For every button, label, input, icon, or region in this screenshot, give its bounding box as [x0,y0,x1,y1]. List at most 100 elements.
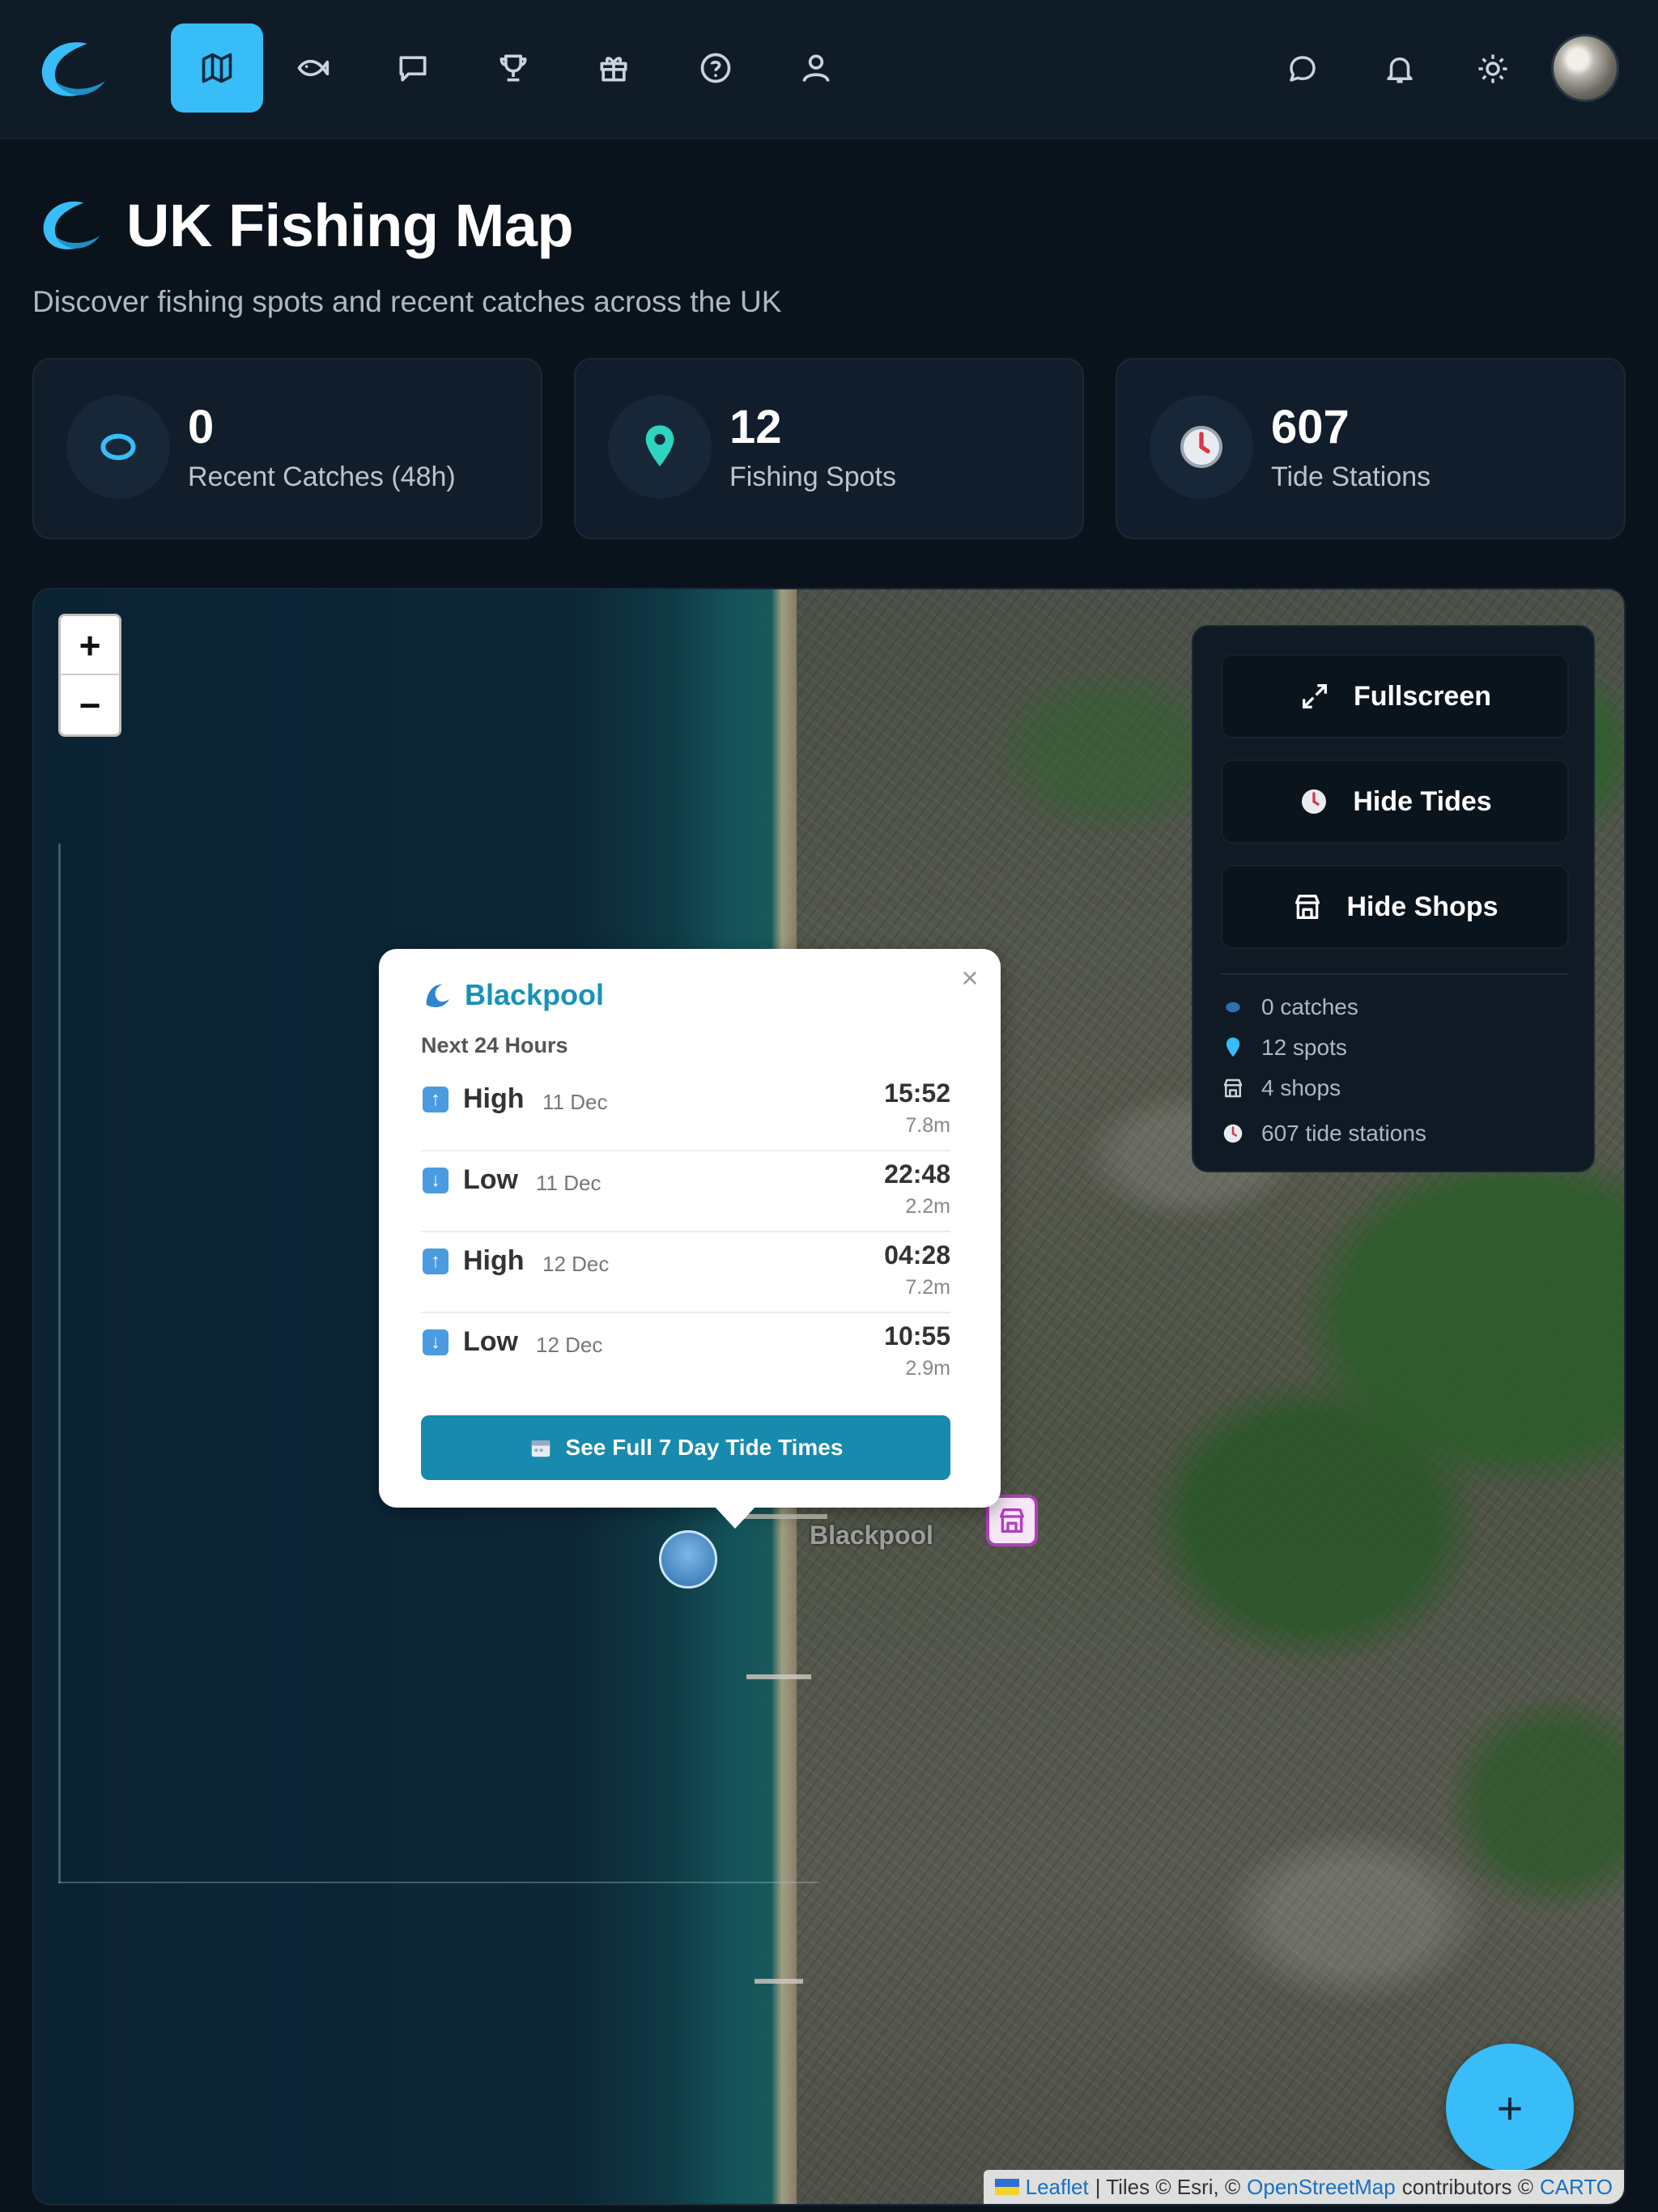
carto-link[interactable]: CARTO [1540,2175,1613,2200]
location-pin-icon [1226,1037,1240,1057]
nav-leaderboard-button[interactable] [467,23,559,113]
stat-value: 0 [188,401,215,453]
map-attribution: Leaflet | Tiles © Esri, © OpenStreetMap … [983,2170,1624,2204]
location-pin-icon [645,425,674,466]
attribution-tiles: | Tiles © Esri, © [1095,2174,1241,2199]
tide-height: 7.2m [905,1276,950,1299]
stat-icon-container [1150,395,1253,499]
tide-type: Low [463,1326,518,1357]
legend-catches: 0 catches [1221,994,1358,1020]
page-title: UK Fishing Map [126,192,574,259]
nav-rewards-button[interactable] [568,23,660,113]
page-subtitle: Discover fishing spots and recent catche… [32,285,782,318]
tide-clock-icon [1223,1124,1243,1143]
sun-icon [1478,54,1507,83]
tide-row: ↑ High 11 Dec 15:52 7.8m [421,1070,950,1151]
nav-chat-button[interactable] [367,23,459,113]
shop-icon [1295,895,1320,919]
fullscreen-label: Fullscreen [1353,680,1492,712]
stat-card-tide-stations: 607 Tide Stations [1116,358,1626,539]
full-tide-times-button[interactable]: See Full 7 Day Tide Times [421,1415,950,1480]
fish-icon [297,59,329,77]
tide-type: Low [463,1164,518,1195]
zoom-in-button[interactable]: + [61,616,119,675]
bell-icon [1387,57,1413,83]
tide-time: 22:48 [884,1159,950,1189]
nav-help-button[interactable] [670,23,762,113]
notifications-button[interactable] [1371,40,1428,97]
trophy-icon [500,54,527,82]
nav-catches-button[interactable] [266,23,359,113]
map-tile-edge [58,1882,819,1883]
popup-subtitle: Next 24 Hours [421,1033,568,1057]
nav-profile-button[interactable] [770,23,862,113]
zoom-control: + − [58,614,121,737]
add-catch-button[interactable]: + [1446,2044,1574,2172]
messages-button[interactable] [1274,40,1331,97]
top-navigation-bar [0,0,1658,139]
chat-icon [399,56,427,82]
wave-logo-icon[interactable] [31,32,108,105]
stat-icon-container [608,395,712,499]
legend-shops: 4 shops [1221,1075,1341,1101]
tide-date: 11 Dec [542,1090,608,1114]
expand-icon [1302,684,1327,708]
close-icon[interactable]: × [954,961,986,994]
hide-tides-button[interactable]: Hide Tides [1221,759,1569,844]
tide-date: 12 Dec [536,1333,603,1357]
stat-icon-container [66,395,170,499]
fullscreen-button[interactable]: Fullscreen [1221,654,1569,738]
wave-icon [426,984,449,1007]
stat-card-spots: 12 Fishing Spots [574,358,1084,539]
tide-time: 04:28 [884,1240,950,1270]
map-pier [746,1674,811,1679]
fishing-map[interactable]: + − Blackpool Fullscreen Hide Tides Hide… [32,588,1626,2206]
tide-popup: × Blackpool Next 24 Hours ↑ High 11 Dec … [379,949,1001,1508]
leaflet-link[interactable]: Leaflet [1026,2175,1089,2200]
tide-station-marker[interactable] [659,1530,717,1589]
popup-title-label: Blackpool [465,978,605,1011]
stat-card-catches: 0 Recent Catches (48h) [32,358,542,539]
shop-icon [1000,1508,1024,1533]
hide-shops-button[interactable]: Hide Shops [1221,865,1569,949]
hide-tides-label: Hide Tides [1353,785,1492,817]
stat-value: 607 [1271,401,1350,453]
tide-date: 12 Dec [542,1252,610,1276]
help-icon [700,53,731,83]
map-tile-edge [58,844,61,1883]
nav-map-button[interactable] [171,23,263,113]
osm-link[interactable]: OpenStreetMap [1247,2175,1396,2200]
divider [1221,973,1569,975]
zoom-out-button[interactable]: − [61,675,119,734]
stat-value: 12 [729,401,782,453]
hide-shops-label: Hide Shops [1346,891,1499,922]
tide-height: 7.8m [905,1114,950,1137]
map-control-panel: Fullscreen Hide Tides Hide Shops 0 catch… [1192,625,1595,1172]
legend-shops-label: 4 shops [1261,1075,1341,1100]
popup-pointer [714,1506,756,1529]
messages-icon [1290,56,1316,82]
legend-spots-label: 12 spots [1261,1035,1347,1060]
legend-tide-stations: 607 tide stations [1221,1121,1426,1146]
arrow-down-icon: ↓ [423,1329,449,1355]
wave-logo-icon [32,193,104,257]
gift-icon [600,57,627,82]
stat-label: Fishing Spots [729,462,896,492]
legend-tide-stations-label: 607 tide stations [1261,1121,1426,1146]
tide-clock-icon [1302,789,1327,814]
calendar-icon [531,1440,550,1457]
ukraine-flag-icon [994,2179,1019,2195]
stat-label: Recent Catches (48h) [188,462,456,492]
arrow-up-icon: ↑ [423,1249,449,1274]
fish-icon [100,433,136,461]
map-icon [202,53,232,83]
theme-toggle-button[interactable] [1465,40,1521,97]
arrow-down-icon: ↓ [423,1168,449,1193]
tide-row: ↓ Low 12 Dec 10:55 2.9m [421,1313,950,1394]
tide-type: High [463,1245,525,1276]
tide-clock-icon [1180,426,1222,468]
avatar[interactable] [1551,34,1619,102]
shop-icon [1223,1078,1243,1098]
popup-title: Blackpool [421,978,604,1012]
tide-height: 2.9m [905,1357,950,1380]
